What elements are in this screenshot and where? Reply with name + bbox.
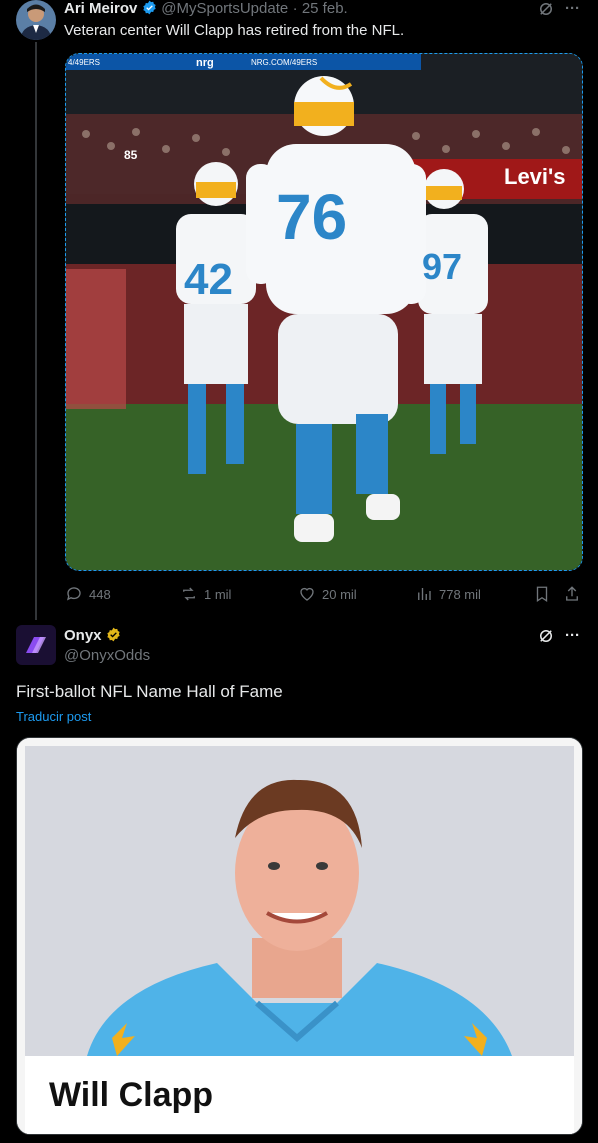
reply-count: 448 [89,586,111,602]
tweet2-text: First-ballot NFL Name Hall of Fame [16,682,283,701]
banner-text-right: NRG.COM/49ERS [251,58,317,67]
bookmark-button[interactable] [533,585,551,603]
like-count: 20 mil [322,586,357,602]
share-button[interactable] [563,585,581,603]
translate-link[interactable]: Traducir post [16,709,91,724]
tweet-header: Ari Meirov @MySportsUpdate · 25 feb. [64,0,348,18]
like-button[interactable]: 20 mil [298,585,357,603]
reply-button[interactable]: 448 [65,585,111,603]
tweet-date[interactable]: · 25 feb. [293,0,348,17]
jersey-number-76: 76 [276,181,347,253]
more-options-icon-2[interactable]: ··· [565,627,580,644]
share-icon [566,586,578,601]
stadium-sign: Levi's [504,164,566,189]
more-options-icon[interactable]: ··· [565,0,580,17]
retweet-button[interactable]: 1 mil [180,585,231,603]
view-count: 778 mil [439,586,481,602]
author-handle[interactable]: @MySportsUpdate [161,0,288,17]
onyx-avatar[interactable] [16,625,56,665]
retweet-icon [183,587,195,601]
jersey-number-42: 42 [184,255,233,304]
player-name-label: Will Clapp [25,1056,574,1134]
jersey-number-97: 97 [422,246,462,287]
jersey-number-85: 85 [124,148,138,162]
banner-text-mid: nrg [196,57,214,69]
heart-icon [300,587,314,601]
verified-badge-icon [142,0,157,15]
verified-gold-badge-icon [106,627,121,642]
tweet2-header-name: Onyx [64,627,121,645]
grok-icon-2[interactable] [537,627,555,649]
tweet-text: Veteran center Will Clapp has retired fr… [64,22,405,39]
bookmark-icon [536,586,548,603]
author-avatar[interactable] [16,0,56,40]
player-name: Will Clapp [49,1075,214,1114]
views-icon [418,588,431,600]
author-name[interactable]: Ari Meirov [64,0,137,17]
banner-text-left: 4/49ERS [68,58,100,67]
grok-icon[interactable] [537,0,555,22]
tweet2-photo[interactable]: Will Clapp [16,737,583,1135]
author-handle-2[interactable]: @OnyxOdds [64,647,150,664]
tweet-photo[interactable]: 76 42 97 85 4/49ERS nrg NRG.COM/49ERS Le… [65,53,583,571]
views-button[interactable]: 778 mil [415,585,481,603]
author-name-2[interactable]: Onyx [64,627,102,644]
retweet-count: 1 mil [204,586,232,602]
thread-line [35,42,37,620]
reply-icon [66,587,81,601]
